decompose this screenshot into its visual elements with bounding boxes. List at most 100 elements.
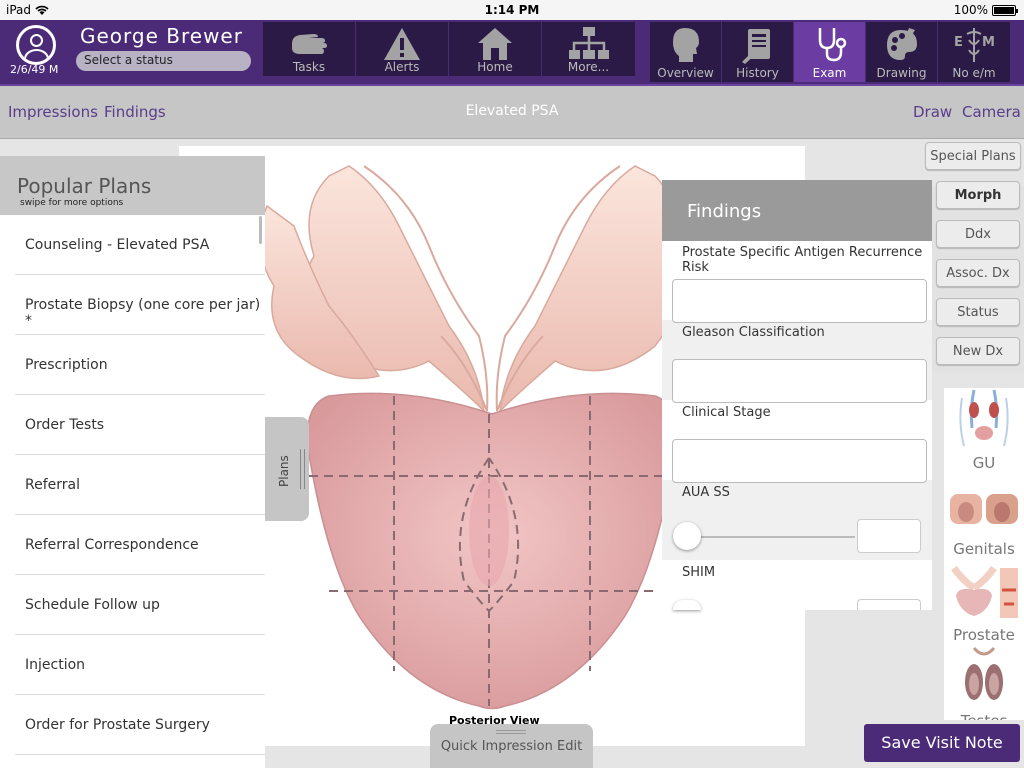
clinical-stage-label: Clinical Stage xyxy=(682,405,771,420)
plan-item[interactable]: Counseling - Elevated PSA xyxy=(15,215,265,275)
assoc-dx-button[interactable]: Assoc. Dx xyxy=(936,259,1020,287)
findings-panel: Findings Prostate Specific Antigen Recur… xyxy=(662,180,932,610)
draw-link[interactable]: Draw xyxy=(913,103,952,121)
thumb-prostate[interactable]: Prostate xyxy=(944,560,1024,646)
aua-slider-track[interactable] xyxy=(687,536,855,538)
plan-item[interactable]: Injection xyxy=(15,635,265,695)
nav-alerts-button[interactable]: Alerts xyxy=(356,22,449,76)
popular-plans-title: Popular Plans xyxy=(17,174,152,198)
aua-label: AUA SS xyxy=(682,485,730,500)
plan-item[interactable]: Referral Correspondence xyxy=(15,515,265,575)
shim-label: SHIM xyxy=(682,565,716,580)
clock: 1:14 PM xyxy=(484,3,540,17)
plan-item[interactable]: Order for Prostate Surgery xyxy=(15,695,265,755)
thumb-gu-label: GU xyxy=(972,454,996,472)
prostate-thumbnail-image xyxy=(951,566,1018,618)
battery-fill xyxy=(994,6,1014,14)
tab-overview-label: Overview xyxy=(657,66,714,80)
nav-home-button[interactable]: Home xyxy=(449,22,542,76)
nav-tasks-label: Tasks xyxy=(292,60,326,74)
shim-value-input[interactable] xyxy=(857,599,921,610)
alert-icon xyxy=(384,28,420,60)
thumb-testes[interactable]: Testes xyxy=(944,646,1024,720)
tab-drawing-label: Drawing xyxy=(876,66,927,80)
sub-header: Impressions Findings Elevated PSA Draw C… xyxy=(0,86,1024,139)
special-plans-button[interactable]: Special Plans xyxy=(925,142,1021,170)
tab-drawing[interactable]: Drawing xyxy=(866,22,938,82)
clinical-stage-input[interactable] xyxy=(672,439,927,483)
plans-tab-label: Plans xyxy=(277,455,291,487)
gu-thumbnail-image xyxy=(959,389,1009,447)
tab-no-em-label: No e/m xyxy=(952,66,996,80)
psa-input[interactable] xyxy=(672,279,927,323)
nav-sections: Overview History Exam Drawing EM No e/m xyxy=(650,22,1010,82)
battery-percent: 100% xyxy=(953,3,988,17)
popular-plans-header: Popular Plans swipe for more options xyxy=(0,156,265,215)
tab-exam[interactable]: Exam xyxy=(794,22,866,82)
ddx-button[interactable]: Ddx xyxy=(936,220,1020,248)
drag-handle-icon xyxy=(300,449,305,489)
aua-slider-thumb[interactable] xyxy=(673,522,701,550)
nav-more-label: More... xyxy=(567,60,610,74)
shim-slider-thumb[interactable] xyxy=(673,600,701,610)
plans-scrollbar[interactable] xyxy=(259,216,262,244)
tab-no-em[interactable]: EM No e/m xyxy=(938,22,1010,82)
sitemap-icon xyxy=(568,27,609,59)
plan-item[interactable]: Prescription xyxy=(15,335,265,395)
nav-tasks-button[interactable]: Tasks xyxy=(263,22,356,76)
avatar[interactable] xyxy=(16,25,56,65)
status-button[interactable]: Status xyxy=(936,298,1020,326)
svg-text:E: E xyxy=(954,35,963,50)
caduceus-icon: EM xyxy=(954,28,995,62)
status-bar: iPad 1:14 PM 100% xyxy=(0,0,1024,20)
plan-item[interactable]: Order Tests xyxy=(15,395,265,455)
top-nav: 2/6/49 M George Brewer Select a status T… xyxy=(0,20,1024,86)
nav-more-button[interactable]: More... xyxy=(542,22,635,76)
tab-exam-label: Exam xyxy=(812,66,847,80)
clipboard-icon xyxy=(741,29,770,64)
camera-link[interactable]: Camera xyxy=(962,103,1021,121)
thumb-testes-label: Testes xyxy=(944,712,1024,720)
nav-main: Tasks Alerts Home More... xyxy=(263,22,635,76)
hand-icon xyxy=(292,34,327,54)
nav-alerts-label: Alerts xyxy=(384,60,420,74)
plan-item[interactable]: Schedule Follow up xyxy=(15,575,265,635)
plan-item[interactable]: Prostate Biopsy (one core per jar) * xyxy=(15,275,265,335)
save-visit-note-button[interactable]: Save Visit Note xyxy=(864,724,1020,762)
psa-label: Prostate Specific Antigen Recurrence Ris… xyxy=(682,245,923,275)
tab-overview[interactable]: Overview xyxy=(650,22,722,82)
anatomy-thumbnail-strip: GU Genitals Prostate Testes xyxy=(944,388,1024,720)
thumb-prostate-label: Prostate xyxy=(953,626,1015,644)
drag-handle-icon xyxy=(496,730,526,734)
status-select[interactable]: Select a status xyxy=(76,51,251,71)
svg-text:M: M xyxy=(982,35,995,50)
gleason-input[interactable] xyxy=(672,359,927,403)
home-icon xyxy=(478,28,512,60)
head-icon xyxy=(672,28,699,62)
page-title: Elevated PSA xyxy=(465,103,559,119)
thumb-genitals[interactable]: Genitals xyxy=(944,474,1024,560)
plan-item[interactable]: Referral xyxy=(15,455,265,515)
quick-impression-edit-button[interactable]: Quick Impression Edit xyxy=(430,724,593,768)
quick-impression-edit-label: Quick Impression Edit xyxy=(440,739,583,754)
testes-thumbnail-image xyxy=(965,646,1003,700)
plans-drawer-tab[interactable]: Plans xyxy=(265,417,309,521)
new-dx-button[interactable]: New Dx xyxy=(936,337,1020,365)
tab-history-label: History xyxy=(736,66,779,80)
battery-icon xyxy=(992,4,1018,16)
thumb-gu[interactable]: GU xyxy=(944,388,1024,474)
patient-dob: 2/6/49 M xyxy=(10,63,59,76)
thumb-genitals-label: Genitals xyxy=(953,540,1015,558)
popular-plans-panel: Popular Plans swipe for more options Cou… xyxy=(0,156,265,768)
patient-name[interactable]: George Brewer xyxy=(80,24,243,48)
popular-plans-subtitle: swipe for more options xyxy=(20,198,124,208)
aua-value-input[interactable] xyxy=(857,519,921,553)
stethoscope-icon xyxy=(818,28,846,62)
nav-home-label: Home xyxy=(477,60,513,74)
genitals-thumbnail-image xyxy=(950,494,1018,524)
palette-icon xyxy=(886,28,917,60)
gleason-label: Gleason Classification xyxy=(682,325,825,340)
tab-history[interactable]: History xyxy=(722,22,794,82)
morph-button[interactable]: Morph xyxy=(936,181,1020,209)
findings-title: Findings xyxy=(662,180,932,241)
